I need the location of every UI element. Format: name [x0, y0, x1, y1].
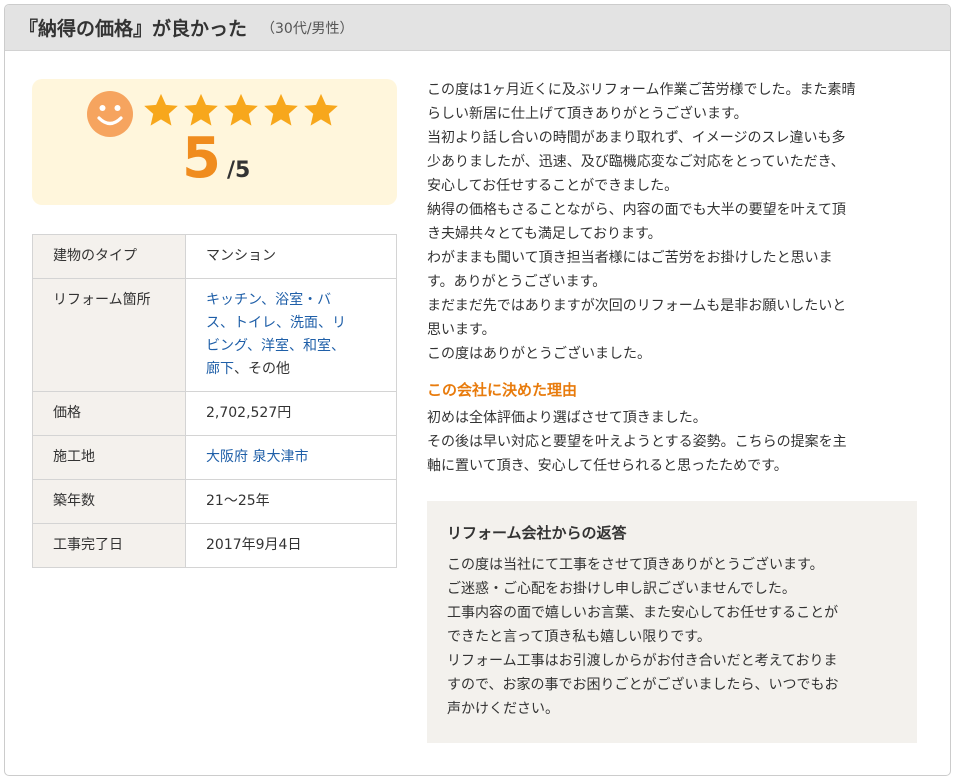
reply-line: できたと言って頂き私も嬉しい限りです。: [447, 629, 711, 645]
star-icon: [264, 93, 298, 126]
completion-date-label: 工事完了日: [32, 523, 186, 568]
score-max: /5: [226, 158, 251, 183]
review-line: らしい新居に仕上げて頂きありがとうございます。: [427, 106, 748, 122]
location-links-line1[interactable]: キッチン、浴室・バ: [206, 292, 331, 308]
location-links-line3[interactable]: ビング、洋室、和室、: [206, 338, 345, 354]
star-icon: [184, 93, 218, 126]
building-age-value: 21～25年: [185, 479, 397, 524]
review-title: 『納得の価格』が良かった: [19, 18, 248, 40]
location-link-hallway[interactable]: 廊下: [206, 361, 234, 377]
star-icon: [224, 93, 258, 126]
reply-text: この度は当社にて工事をさせて頂きありがとうございます。 ご迷惑・ご心配をお掛けし…: [447, 553, 897, 721]
reform-locations-value: キッチン、浴室・バ ス、トイレ、洗面、リ ビング、洋室、和室、 廊下、その他: [185, 278, 397, 392]
site-link[interactable]: 大阪府 泉大津市: [206, 449, 308, 465]
smiley-icon: [87, 91, 133, 137]
completion-date-value: 2017年9月4日: [185, 523, 397, 568]
site-value: 大阪府 泉大津市: [185, 435, 397, 480]
reply-line: すので、お家の事でお困りごとがございましたら、いつでもお: [447, 677, 839, 693]
site-label: 施工地: [32, 435, 186, 480]
reason-heading: この会社に決めた理由: [427, 381, 578, 399]
table-row: 工事完了日 2017年9月4日: [32, 523, 397, 568]
location-links-line2[interactable]: ス、トイレ、洗面、リ: [206, 315, 346, 331]
building-type-value: マンション: [185, 234, 397, 279]
building-type-label: 建物のタイプ: [32, 234, 186, 279]
review-line: 少ありましたが、迅速、及び臨機応変なご対応をとっていただき、: [427, 154, 845, 170]
reply-line: 工事内容の面で嬉しいお言葉、また安心してお任せすることが: [447, 605, 839, 621]
review-line: この度はありがとうございました。: [427, 346, 651, 362]
review-line: 当初より話し合いの時間があまり取れず、イメージのスレ違いも多: [427, 130, 846, 146]
building-age-label: 築年数: [32, 479, 186, 524]
review-line: わがままも聞いて頂き担当者様にはご苦労をお掛けしたと思いま: [427, 250, 833, 266]
review-line: 思います。: [427, 322, 496, 338]
reason-text: 初めは全体評価より選ばさせて頂きました。 その後は早い対応と要望を叶えようとする…: [427, 406, 923, 478]
table-row: 建物のタイプ マンション: [32, 234, 397, 279]
star-icon: [144, 93, 178, 126]
table-row: リフォーム箇所 キッチン、浴室・バ ス、トイレ、洗面、リ ビング、洋室、和室、 …: [32, 278, 397, 392]
reply-line: ご迷惑・ご心配をお掛けし申し訳ございませんでした。: [447, 581, 796, 597]
company-reply-box: リフォーム会社からの返答 この度は当社にて工事をさせて頂きありがとうございます。…: [427, 501, 917, 743]
reply-line: リフォーム工事はお引渡しからがお付き合いだと考えておりま: [447, 653, 838, 669]
score-value: 5: [182, 126, 221, 191]
reply-heading: リフォーム会社からの返答: [447, 524, 627, 542]
table-row: 価格 2,702,527円: [32, 391, 397, 436]
review-line: 納得の価格もさることながら、内容の面でも大半の要望を叶えて頂: [427, 202, 846, 218]
reason-line: その後は早い対応と要望を叶えようとする姿勢。こちらの提案を主: [427, 434, 847, 450]
table-row: 施工地 大阪府 泉大津市: [32, 435, 397, 480]
location-other: 、その他: [234, 361, 290, 377]
review-line: 安心してお任せすることができました。: [427, 178, 679, 194]
review-body: この度は1ヶ月近くに及ぶリフォーム作業ご苦労様でした。また素晴 らしい新居に仕上…: [427, 78, 923, 478]
review-text: この度は1ヶ月近くに及ぶリフォーム作業ご苦労様でした。また素晴 らしい新居に仕上…: [427, 78, 923, 366]
reply-line: 声かけください。: [447, 701, 559, 717]
reason-line: 初めは全体評価より選ばさせて頂きました。: [427, 410, 707, 426]
review-line: まだまだ先ではありますが次回のリフォームも是非お願いしたいと: [427, 298, 847, 314]
review-line: この度は1ヶ月近くに及ぶリフォーム作業ご苦労様でした。また素晴: [427, 82, 856, 98]
price-label: 価格: [32, 391, 186, 436]
score: 5 /5: [182, 131, 250, 187]
property-info-table: 建物のタイプ マンション リフォーム箇所 キッチン、浴室・バ ス、トイレ、洗面、…: [32, 234, 397, 568]
reform-locations-label: リフォーム箇所: [32, 278, 186, 392]
reply-line: この度は当社にて工事をさせて頂きありがとうございます。: [447, 557, 824, 573]
reviewer-info: （30代/男性）: [261, 20, 354, 37]
review-line: す。ありがとうございます。: [427, 274, 607, 290]
star-icon: [304, 93, 338, 126]
reason-line: 軸に置いて頂き、安心して任せられると思ったためです。: [427, 458, 788, 474]
rating-box: 5 /5: [32, 79, 397, 205]
star-rating: [142, 92, 342, 130]
review-line: き夫婦共々とても満足しております。: [427, 226, 662, 242]
review-header: 『納得の価格』が良かった （30代/男性）: [5, 5, 950, 51]
price-value: 2,702,527円: [185, 391, 397, 436]
table-row: 築年数 21～25年: [32, 479, 397, 524]
